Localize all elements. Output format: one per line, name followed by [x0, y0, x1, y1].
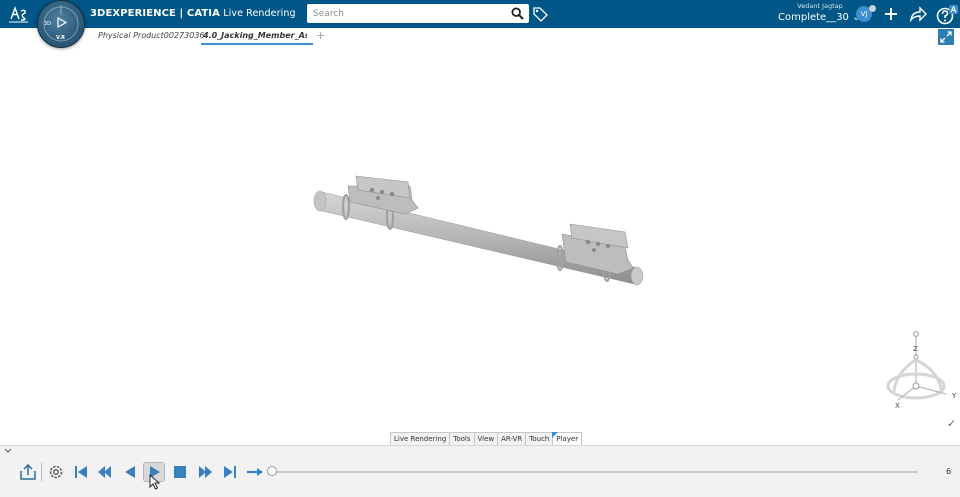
play-backward-icon [125, 466, 135, 478]
tab-tools[interactable]: Tools [449, 432, 475, 445]
step-forward-icon [199, 466, 212, 478]
add-tab-button[interactable]: + [316, 29, 325, 42]
previous-frame-button[interactable] [94, 462, 116, 482]
brand-3d: 3D [90, 8, 106, 19]
collapse-expand-icon[interactable] [938, 29, 954, 45]
compass-label-version: V.R [56, 35, 65, 41]
next-frame-button[interactable] [194, 462, 216, 482]
app-name: Live Rendering [223, 8, 296, 19]
app-brand: 3DEXPERIENCE | CATIA Live Rendering [90, 8, 296, 19]
plus-icon[interactable] [882, 5, 900, 23]
go-to-start-button[interactable] [70, 462, 92, 482]
tab-player[interactable]: Player [552, 432, 583, 445]
compass-label-3d: 3D [44, 21, 51, 27]
help-icon[interactable] [936, 5, 958, 25]
chevron-down-icon[interactable] [4, 448, 12, 454]
skip-to-end-icon [224, 466, 236, 478]
top-bar: 3DEXPERIENCE | CATIA Live Rendering Veda… [0, 0, 960, 28]
tab-ar-vr[interactable]: AR-VR [497, 432, 527, 445]
tab-view[interactable]: View [473, 432, 499, 445]
tab-physical-product[interactable]: Physical Product00273036 [98, 31, 205, 40]
orientation-check-icon[interactable]: ✓ [947, 417, 956, 430]
axis-compass-icon[interactable]: Z X Y [882, 330, 960, 420]
active-tab-indicator [201, 43, 313, 45]
export-icon [20, 463, 36, 480]
timeline-slider-thumb[interactable] [267, 466, 277, 476]
step-back-icon [98, 466, 111, 478]
toolbar-separator [41, 463, 42, 481]
mouse-cursor-icon [149, 474, 161, 490]
axis-x-label: X [895, 402, 900, 410]
action-bar: 6 [0, 445, 960, 497]
settings-button[interactable] [45, 462, 67, 482]
status-badge [869, 5, 876, 12]
loop-mode-button[interactable] [244, 462, 266, 482]
3d-viewport[interactable]: Z X Y ✓ [0, 46, 960, 432]
user-name: Vedant Jagtap [797, 2, 843, 10]
stop-button[interactable] [169, 462, 191, 482]
arrow-right-icon [247, 468, 263, 476]
frame-count: 6 [946, 467, 952, 476]
axis-z-label: Z [913, 345, 918, 353]
brand-experience: EXPERIENCE | CATIA [105, 8, 220, 19]
export-button[interactable] [17, 462, 39, 482]
3ds-logo-icon[interactable] [8, 3, 30, 25]
document-tab-bar: Physical Product00273036 4.0_Jacking_Mem… [0, 28, 960, 47]
stop-icon [174, 466, 186, 478]
share-icon[interactable] [908, 6, 928, 22]
compass-widget[interactable]: 3D V.R [37, 0, 85, 48]
gear-icon [49, 465, 63, 479]
search-box [307, 4, 529, 23]
collab-space-selector[interactable]: Complete__30 ⌄ [778, 12, 860, 23]
axis-y-label: Y [951, 392, 957, 400]
skip-to-start-icon [75, 466, 87, 478]
search-input[interactable] [307, 4, 501, 23]
tab-jacking-member[interactable]: 4.0_Jacking_Member_Asse [203, 31, 307, 40]
section-tab-bar: Live Rendering Tools View AR-VR Touch Pl… [390, 432, 583, 445]
go-to-end-button[interactable] [219, 462, 241, 482]
tag-icon[interactable] [532, 6, 548, 22]
tab-live-rendering[interactable]: Live Rendering [390, 432, 451, 445]
jacking-member-model[interactable] [300, 170, 660, 300]
play-backward-button[interactable] [119, 462, 141, 482]
timeline-slider-track[interactable] [272, 471, 918, 473]
search-icon[interactable] [511, 7, 524, 20]
tab-touch[interactable]: Touch [525, 432, 554, 445]
